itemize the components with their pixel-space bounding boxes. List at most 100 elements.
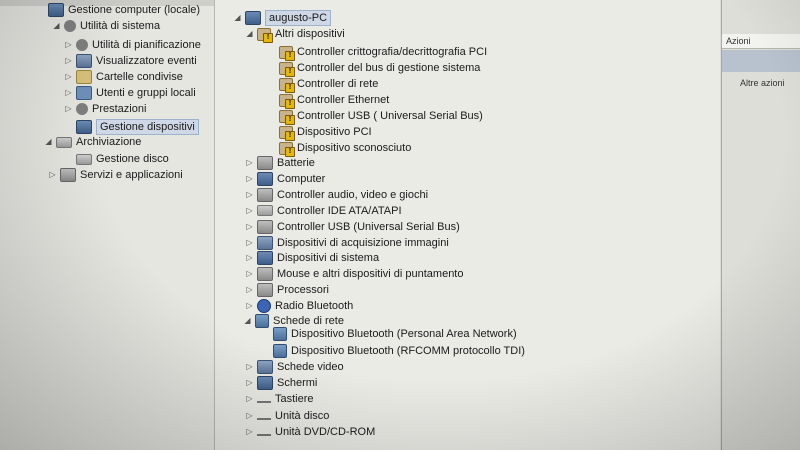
expand-arrow-icon[interactable]: ▷ [245, 250, 254, 266]
device-label: Controller IDE ATA/ATAPI [277, 204, 402, 217]
more-actions-link[interactable]: Altre azioni [740, 78, 785, 88]
expand-arrow-icon[interactable]: ▷ [245, 359, 254, 375]
expand-arrow-icon[interactable]: ▷ [245, 282, 254, 298]
expand-arrow-icon[interactable]: ▷ [245, 298, 254, 314]
event-viewer-icon [76, 54, 92, 68]
device-category[interactable]: ▷ Dispositivi di acquisizione immagini [245, 235, 449, 251]
expand-arrow-icon[interactable]: ▷ [245, 155, 254, 171]
device-category[interactable]: ▷ Controller USB (Universal Serial Bus) [245, 219, 460, 235]
device-label: Unità DVD/CD-ROM [275, 425, 376, 438]
device-label: Controller USB (Universal Serial Bus) [277, 220, 460, 233]
expand-arrow-icon[interactable]: ▷ [245, 203, 254, 219]
mouse-icon [257, 267, 273, 282]
category-other-devices[interactable]: ◢ Altri dispositivi [245, 26, 345, 43]
device-label: Dispositivo sconosciuto [297, 142, 412, 154]
device-category[interactable]: ▷ Unità disco [245, 408, 329, 424]
expand-arrow-icon[interactable]: ▷ [245, 235, 254, 251]
expand-arrow-icon[interactable]: ▷ [245, 219, 254, 235]
collapse-arrow-icon[interactable]: ◢ [243, 313, 252, 329]
unknown-device-warning-icon [279, 45, 295, 61]
device-item[interactable]: Dispositivo sconosciuto [279, 140, 412, 157]
device-label: Controller Ethernet [297, 94, 390, 106]
collapse-arrow-icon[interactable]: ◢ [233, 10, 242, 26]
tree-item-device-manager[interactable]: Gestione dispositivi [76, 119, 199, 135]
bluetooth-network-icon [273, 327, 287, 341]
device-tree-root[interactable]: ◢ augusto-PC [233, 10, 332, 26]
device-item[interactable]: Dispositivo Bluetooth (Personal Area Net… [273, 326, 517, 342]
device-category[interactable]: ▷ Schermi [245, 375, 317, 391]
device-manager-icon [76, 120, 92, 134]
tree-item-system-tools[interactable]: ◢ Utilità di sistema [52, 18, 160, 34]
device-item[interactable]: Dispositivo PCI [279, 124, 372, 141]
device-label: Schede video [277, 361, 344, 373]
disk-drive-icon [257, 412, 271, 420]
device-label: Controller audio, video e giochi [277, 188, 429, 201]
expand-arrow-icon[interactable]: ▷ [245, 171, 254, 187]
device-item[interactable]: Controller crittografia/decrittografia P… [279, 44, 488, 61]
device-item[interactable]: Controller del bus di gestione sistema [279, 60, 480, 77]
tree-item-label: Gestione disco [96, 153, 169, 165]
expand-arrow-icon[interactable]: ▷ [245, 266, 254, 282]
storage-icon [56, 136, 72, 148]
tree-item-local-users[interactable]: ▷ Utenti e gruppi locali [64, 85, 196, 101]
tree-item-label: Cartelle condivise [96, 71, 183, 83]
device-category[interactable]: ▷ Tastiere [245, 391, 314, 407]
device-category[interactable]: ▷ Mouse e altri dispositivi di puntamento [245, 266, 463, 282]
expand-arrow-icon[interactable]: ▷ [64, 53, 73, 69]
device-item[interactable]: Controller Ethernet [279, 92, 390, 109]
device-category[interactable]: ▷ Dispositivi di sistema [245, 250, 379, 266]
shared-folder-icon [76, 70, 92, 84]
tree-item-label: Utilità di sistema [80, 20, 161, 32]
device-label: Unità disco [275, 409, 330, 422]
device-label: Controller di rete [297, 78, 379, 90]
expand-arrow-icon[interactable]: ▷ [245, 424, 254, 440]
network-adapter-icon [255, 314, 269, 328]
tree-item-label: Utenti e gruppi locali [96, 87, 196, 99]
expand-arrow-icon[interactable]: ▷ [48, 167, 57, 183]
device-category[interactable]: ▷ Unità DVD/CD-ROM [245, 424, 375, 440]
device-item[interactable]: Controller di rete [279, 76, 379, 93]
device-category[interactable]: ▷ Schede video [245, 359, 344, 375]
tree-item-performance[interactable]: ▷ Prestazioni [64, 101, 146, 117]
expand-arrow-icon[interactable]: ▷ [245, 391, 254, 407]
device-label: Batterie [277, 157, 315, 169]
ide-controller-icon [257, 205, 273, 217]
device-category[interactable]: ▷ Radio Bluetooth [245, 298, 353, 314]
expand-arrow-icon[interactable]: ▷ [64, 101, 73, 117]
device-category[interactable]: ▷ Computer [245, 171, 325, 187]
tools-icon [64, 20, 76, 32]
device-category[interactable]: ▷ Controller IDE ATA/ATAPI [245, 203, 402, 219]
device-label: Mouse e altri dispositivi di puntamento [277, 268, 464, 281]
device-category[interactable]: ▷ Processori [245, 282, 329, 298]
tree-item-disk-management[interactable]: Gestione disco [76, 151, 169, 167]
device-item[interactable]: Controller USB ( Universal Serial Bus) [279, 108, 483, 125]
actions-section-bar[interactable] [722, 50, 800, 72]
root-label: augusto-PC [265, 10, 332, 26]
device-label: Controller crittografia/decrittografia P… [297, 46, 488, 58]
device-label: Dispositivi di acquisizione immagini [277, 236, 449, 249]
device-category[interactable]: ▷ Batterie [245, 155, 315, 171]
tree-item-event-viewer[interactable]: ▷ Visualizzatore eventi [64, 53, 197, 69]
device-category[interactable]: ▷ Controller audio, video e giochi [245, 187, 428, 203]
unknown-device-warning-icon [279, 141, 295, 157]
device-item[interactable]: Dispositivo Bluetooth (RFCOMM protocollo… [273, 343, 525, 359]
monitor-icon [257, 376, 273, 391]
expand-arrow-icon[interactable]: ▷ [64, 69, 73, 85]
device-label: Tastiere [275, 393, 314, 406]
tree-item-task-scheduler[interactable]: ▷ Utilità di pianificazione [64, 37, 201, 53]
expand-arrow-icon[interactable]: ▷ [245, 408, 254, 424]
tree-item-computer-management[interactable]: Gestione computer (locale) [48, 2, 200, 18]
tree-item-label: Prestazioni [92, 103, 147, 115]
console-tree-pane: Gestione computer (locale) ◢ Utilità di … [0, 0, 215, 450]
collapse-arrow-icon[interactable]: ◢ [245, 26, 254, 42]
expand-arrow-icon[interactable]: ▷ [64, 85, 73, 101]
tree-item-storage[interactable]: ◢ Archiviazione [44, 134, 141, 150]
collapse-arrow-icon[interactable]: ◢ [44, 134, 53, 150]
expand-arrow-icon[interactable]: ▷ [245, 187, 254, 203]
collapse-arrow-icon[interactable]: ◢ [52, 18, 61, 34]
expand-arrow-icon[interactable]: ▷ [64, 37, 73, 53]
unknown-device-warning-icon [279, 77, 295, 93]
tree-item-services-apps[interactable]: ▷ Servizi e applicazioni [48, 167, 183, 183]
expand-arrow-icon[interactable]: ▷ [245, 375, 254, 391]
tree-item-shared-folders[interactable]: ▷ Cartelle condivise [64, 69, 183, 85]
